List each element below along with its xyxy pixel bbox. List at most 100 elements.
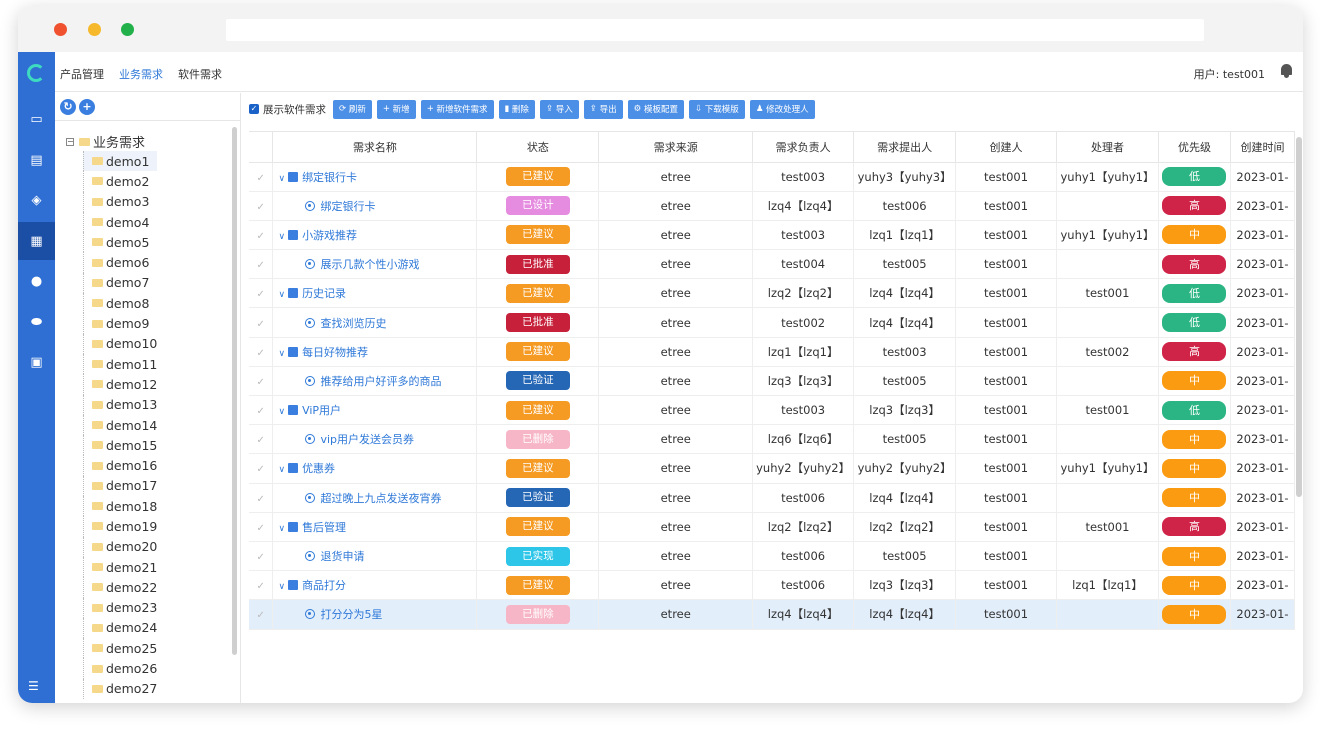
row-check-icon[interactable]: ✓ [257,523,265,534]
table-row[interactable]: ✓ 展示几款个性小游戏 已批准 etree test004 test005 test001 高… [249,249,1295,280]
header-creator[interactable]: 创建人 [955,132,1057,163]
row-name[interactable]: 查找浏览历史 [320,317,386,330]
table-row[interactable]: ✓ ∨ 小游戏推荐 已建议 etree test003 lzq1【lzq1】 test001 y… [249,220,1295,251]
tree-item[interactable]: demo24 [83,617,157,639]
tree-item[interactable]: demo20 [83,536,157,557]
clock-icon[interactable]: ● [18,262,55,300]
tree-item[interactable]: demo8 [83,293,157,314]
expand-caret-icon[interactable]: ∨ [278,524,285,534]
row-name[interactable]: 历史记录 [302,287,346,300]
tree-item[interactable]: demo18 [83,496,157,517]
nav-item-software[interactable]: 软件需求 [178,66,222,82]
tree-item[interactable]: demo2 [83,171,157,192]
row-check-icon[interactable]: ✓ [257,260,265,271]
table-row[interactable]: ✓ ∨ ViP用户 已建议 etree test003 lzq3【lzq3】 test001 t… [249,395,1295,426]
table-row[interactable]: ✓ 推荐给用户好评多的商品 已验证 etree lzq3【lzq3】 test005 tes… [249,366,1295,397]
table-row[interactable]: ✓ ∨ 售后管理 已建议 etree lzq2【lzq2】 lzq2【lzq2】 test00… [249,512,1295,542]
row-check-icon[interactable]: ✓ [257,610,265,621]
tree-item[interactable]: demo23 [83,597,157,618]
export-button[interactable]: ⇪ 导出 [583,99,623,119]
row-name[interactable]: 优惠券 [302,462,335,475]
bell-icon[interactable] [1280,64,1293,78]
add-circle-icon[interactable]: + [79,99,95,115]
row-name[interactable]: 每日好物推荐 [302,346,368,359]
tree-item[interactable]: demo22 [83,577,157,598]
monitor-icon[interactable]: ▭ [18,100,55,138]
tree-item[interactable]: demo27 [83,678,157,700]
table-row[interactable]: ✓ vip用户发送会员券 已删除 etree lzq6【lzq6】 test005 test… [249,424,1295,455]
expand-caret-icon[interactable]: ∨ [278,465,285,475]
row-name[interactable]: 售后管理 [302,521,346,534]
row-check-icon[interactable]: ✓ [257,348,265,359]
add-software-button[interactable]: + 新增软件需求 [420,99,494,119]
row-name[interactable]: 商品打分 [302,579,346,592]
tree-item[interactable]: demo19 [83,516,157,537]
show-software-checkbox[interactable]: ✓ 展示软件需求 [249,102,326,117]
table-row[interactable]: ✓ 超过晚上九点发送夜宵券 已验证 etree test006 lzq4【lzq4】 tes… [249,483,1295,513]
table-row[interactable]: ✓ ∨ 商品打分 已建议 etree test006 lzq3【lzq3】 test001 lz… [249,570,1295,601]
header-name[interactable]: 需求名称 [272,132,478,163]
change-handler-button[interactable]: ♟ 修改处理人 [749,99,815,119]
template-config-button[interactable]: ⚙ 模板配置 [627,99,684,119]
row-check-icon[interactable]: ✓ [257,406,265,417]
table-row[interactable]: ✓ 查找浏览历史 已批准 etree test002 lzq4【lzq4】 test001 低… [249,307,1295,338]
tree-item[interactable]: demo9 [83,313,157,334]
row-check-icon[interactable]: ✓ [257,289,265,300]
refresh-button[interactable]: ⟳ 刷新 [333,99,372,119]
minimize-dot[interactable] [88,23,101,36]
table-row[interactable]: ✓ ∨ 历史记录 已建议 etree lzq2【lzq2】 lzq4【lzq4】 test00… [249,278,1295,309]
tree-item[interactable]: demo25 [83,638,157,659]
expand-caret-icon[interactable]: ∨ [278,174,285,184]
tree-item[interactable]: demo6 [83,252,157,273]
row-name[interactable]: 打分分为5星 [320,608,382,621]
server-icon[interactable]: ▦ [18,222,55,260]
row-check-icon[interactable]: ✓ [257,319,265,330]
refresh-circle-icon[interactable]: ↻ [60,99,76,115]
tree-item[interactable]: demo13 [83,394,157,415]
row-check-icon[interactable]: ✓ [257,231,265,242]
add-button[interactable]: + 新增 [376,99,416,119]
tree-scrollbar[interactable] [232,127,237,655]
table-row[interactable]: ✓ ∨ 绑定银行卡 已建议 etree test003 yuhy3【yuhy3】 test00… [249,162,1295,192]
row-check-icon[interactable]: ✓ [257,435,265,446]
tree-item[interactable]: demo21 [83,556,157,578]
table-row[interactable]: ✓ 打分分为5星 已删除 etree lzq4【lzq4】 lzq4【lzq4】 test0… [249,599,1295,630]
header-priority[interactable]: 优先级 [1158,132,1231,163]
download-template-button[interactable]: ⇩ 下载模版 [688,99,745,119]
expand-caret-icon[interactable]: ∨ [278,582,285,592]
row-name[interactable]: vip用户发送会员券 [320,433,414,446]
header-proposer[interactable]: 需求提出人 [853,132,957,163]
expand-caret-icon[interactable]: ∨ [278,290,285,300]
row-check-icon[interactable]: ✓ [257,581,265,592]
row-name[interactable]: 推荐给用户好评多的商品 [320,375,441,388]
row-name[interactable]: 退货申请 [320,550,364,563]
row-check-icon[interactable]: ✓ [257,552,265,563]
tree-item[interactable]: demo15 [83,435,157,456]
checkbox-checked-icon[interactable]: ✓ [249,104,259,114]
expand-caret-icon[interactable]: ∨ [278,349,285,359]
row-check-icon[interactable]: ✓ [257,464,265,475]
delete-button[interactable]: ▮ 删除 [498,99,535,119]
nav-item-business[interactable]: 业务需求 [119,66,163,82]
tree-item[interactable]: demo10 [83,333,157,354]
nav-item-product[interactable]: 产品管理 [60,66,104,82]
address-bar[interactable] [226,19,1204,41]
row-name[interactable]: 小游戏推荐 [302,229,357,242]
row-name[interactable]: 超过晚上九点发送夜宵券 [320,492,441,505]
import-button[interactable]: ⇪ 导入 [539,99,579,119]
table-row[interactable]: ✓ ∨ 优惠券 已建议 etree yuhy2【yuhy2】 yuhy2【yuhy2】 tes… [249,453,1295,484]
row-name[interactable]: ViP用户 [302,404,341,417]
row-name[interactable]: 绑定银行卡 [302,171,357,184]
tree-item[interactable]: demo16 [83,455,157,476]
row-name[interactable]: 绑定银行卡 [320,200,375,213]
row-check-icon[interactable]: ✓ [257,494,265,505]
expand-caret-icon[interactable]: ∨ [278,407,285,417]
tree-item[interactable]: demo11 [83,353,157,375]
row-check-icon[interactable]: ✓ [257,377,265,388]
tree-item[interactable]: demo5 [83,232,157,253]
tree-item[interactable]: demo14 [83,414,157,436]
layers-icon[interactable]: ◈ [18,181,55,219]
tree-item[interactable]: demo17 [83,475,157,497]
close-dot[interactable] [54,23,67,36]
tree-item[interactable]: demo12 [83,374,157,395]
